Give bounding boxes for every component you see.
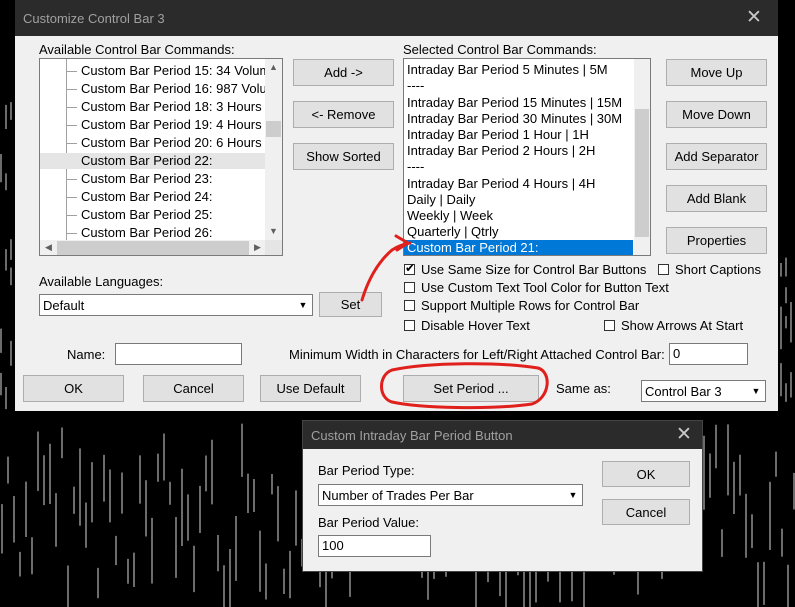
- set-language-button[interactable]: Set: [319, 292, 382, 317]
- scroll-corner: [265, 240, 282, 255]
- same-as-value: Control Bar 3: [645, 384, 722, 399]
- use-same-size-checkbox[interactable]: ✔: [404, 261, 416, 275]
- period-value-input[interactable]: 100: [318, 535, 431, 557]
- name-input[interactable]: [115, 343, 242, 365]
- available-list-item[interactable]: Custom Bar Period 25:: [40, 207, 267, 223]
- custom-text-color-label[interactable]: Use Custom Text Tool Color for Button Te…: [421, 280, 669, 295]
- add-blank-button[interactable]: Add Blank: [666, 185, 767, 212]
- selected-list-item[interactable]: Daily | Daily: [404, 192, 633, 208]
- close-icon[interactable]: ✕: [672, 423, 696, 447]
- disable-hover-checkbox[interactable]: [404, 320, 415, 331]
- min-width-label: Minimum Width in Characters for Left/Rig…: [289, 347, 665, 362]
- selected-list-item[interactable]: Quarterly | Qtrly: [404, 224, 633, 240]
- move-up-button[interactable]: Move Up: [666, 59, 767, 86]
- language-select[interactable]: Default ▼: [39, 294, 313, 316]
- add-separator-button[interactable]: Add Separator: [666, 143, 767, 170]
- popup-title: Custom Intraday Bar Period Button: [311, 428, 513, 443]
- short-captions-checkbox[interactable]: [658, 264, 669, 275]
- available-list-item[interactable]: Custom Bar Period 18: 3 Hours: [40, 99, 267, 115]
- set-period-button[interactable]: Set Period ...: [403, 375, 539, 402]
- custom-bar-period-dialog: Custom Intraday Bar Period Button ✕ Bar …: [302, 420, 703, 572]
- selected-commands-list[interactable]: Intraday Bar Period 5 Minutes | 5M ---- In…: [403, 58, 651, 256]
- selected-list-item[interactable]: Intraday Bar Period 30 Minutes | 30M: [404, 111, 633, 127]
- same-as-label: Same as:: [556, 381, 611, 396]
- available-list-hscrollbar[interactable]: ◀ ▶: [40, 240, 266, 255]
- selected-list-item[interactable]: Weekly | Week: [404, 208, 633, 224]
- same-as-select[interactable]: Control Bar 3 ▼: [641, 380, 766, 402]
- available-list-item[interactable]: Custom Bar Period 16: 987 Volume: [40, 81, 282, 97]
- properties-button[interactable]: Properties: [666, 227, 767, 254]
- available-list-item[interactable]: Custom Bar Period 19: 4 Hours: [40, 117, 267, 133]
- selected-list-item[interactable]: Intraday Bar Period 15 Minutes | 15M: [404, 95, 633, 111]
- period-type-value: Number of Trades Per Bar: [322, 488, 474, 503]
- ok-button[interactable]: OK: [23, 375, 124, 402]
- multiple-rows-checkbox[interactable]: [404, 300, 415, 311]
- checkmark-icon: ✔: [405, 261, 416, 275]
- selected-commands-label: Selected Control Bar Commands:: [403, 42, 597, 57]
- popup-ok-button[interactable]: OK: [602, 461, 690, 487]
- available-list-item[interactable]: Custom Bar Period 24:: [40, 189, 267, 205]
- period-type-select[interactable]: Number of Trades Per Bar ▼: [318, 484, 583, 506]
- selected-list-vscrollbar[interactable]: [634, 59, 650, 255]
- hscroll-thumb[interactable]: [57, 241, 249, 255]
- scroll-up-arrow-icon[interactable]: ▲: [266, 60, 281, 75]
- min-width-input[interactable]: 0: [669, 343, 748, 365]
- add-button[interactable]: Add ->: [293, 59, 394, 86]
- short-captions-label[interactable]: Short Captions: [675, 262, 761, 277]
- close-icon[interactable]: ✕: [742, 6, 766, 30]
- show-arrows-label[interactable]: Show Arrows At Start: [621, 318, 743, 333]
- name-label: Name:: [67, 347, 106, 362]
- available-list-item[interactable]: Custom Bar Period 26:: [40, 225, 267, 241]
- scroll-left-arrow-icon[interactable]: ◀: [41, 240, 56, 255]
- multiple-rows-label[interactable]: Support Multiple Rows for Control Bar: [421, 298, 639, 313]
- popup-cancel-button[interactable]: Cancel: [602, 499, 690, 525]
- selected-list-item[interactable]: Intraday Bar Period 2 Hours | 2H: [404, 143, 633, 159]
- available-list-vscrollbar[interactable]: ▲ ▼: [265, 59, 282, 240]
- dialog-title-bar: Customize Control Bar 3 ✕: [15, 0, 778, 36]
- remove-button[interactable]: <- Remove: [293, 101, 394, 128]
- scroll-down-arrow-icon[interactable]: ▼: [266, 224, 281, 239]
- show-sorted-button[interactable]: Show Sorted: [293, 143, 394, 170]
- selected-list-item[interactable]: Intraday Bar Period 5 Minutes | 5M: [404, 62, 633, 78]
- available-commands-label: Available Control Bar Commands:: [39, 42, 235, 57]
- period-type-label: Bar Period Type:: [318, 463, 415, 478]
- dialog-title: Customize Control Bar 3: [23, 11, 165, 26]
- disable-hover-label[interactable]: Disable Hover Text: [421, 318, 530, 333]
- scroll-right-arrow-icon[interactable]: ▶: [250, 240, 265, 255]
- available-list-item[interactable]: Custom Bar Period 22:: [40, 153, 267, 169]
- move-down-button[interactable]: Move Down: [666, 101, 767, 128]
- show-arrows-checkbox[interactable]: [604, 320, 615, 331]
- custom-text-color-checkbox[interactable]: [404, 282, 415, 293]
- scroll-thumb[interactable]: [266, 121, 281, 137]
- scroll-thumb[interactable]: [635, 109, 649, 237]
- cancel-button[interactable]: Cancel: [143, 375, 244, 402]
- use-same-size-label[interactable]: Use Same Size for Control Bar Buttons: [421, 262, 646, 277]
- language-value: Default: [43, 298, 85, 313]
- selected-list-item[interactable]: Intraday Bar Period 1 Hour | 1H: [404, 127, 633, 143]
- available-languages-label: Available Languages:: [39, 274, 164, 289]
- available-list-item[interactable]: Custom Bar Period 23:: [40, 171, 267, 187]
- available-list-item[interactable]: Custom Bar Period 15: 34 Volume: [40, 63, 278, 79]
- selected-list-item[interactable]: ----: [404, 159, 633, 175]
- use-default-button[interactable]: Use Default: [260, 375, 361, 402]
- period-value-label: Bar Period Value:: [318, 515, 419, 530]
- popup-title-bar: Custom Intraday Bar Period Button ✕: [303, 421, 702, 449]
- available-list-item[interactable]: Custom Bar Period 20: 6 Hours: [40, 135, 267, 151]
- available-commands-list[interactable]: Custom Bar Period 15: 34 Volume Custom Ba…: [39, 58, 283, 256]
- chevron-down-icon[interactable]: ▼: [748, 382, 764, 400]
- selected-list-item[interactable]: Custom Bar Period 21:: [404, 240, 633, 255]
- selected-list-item[interactable]: ----: [404, 78, 633, 94]
- chevron-down-icon[interactable]: ▼: [295, 296, 311, 314]
- selected-list-item[interactable]: Intraday Bar Period 4 Hours | 4H: [404, 176, 633, 192]
- chevron-down-icon[interactable]: ▼: [565, 486, 581, 504]
